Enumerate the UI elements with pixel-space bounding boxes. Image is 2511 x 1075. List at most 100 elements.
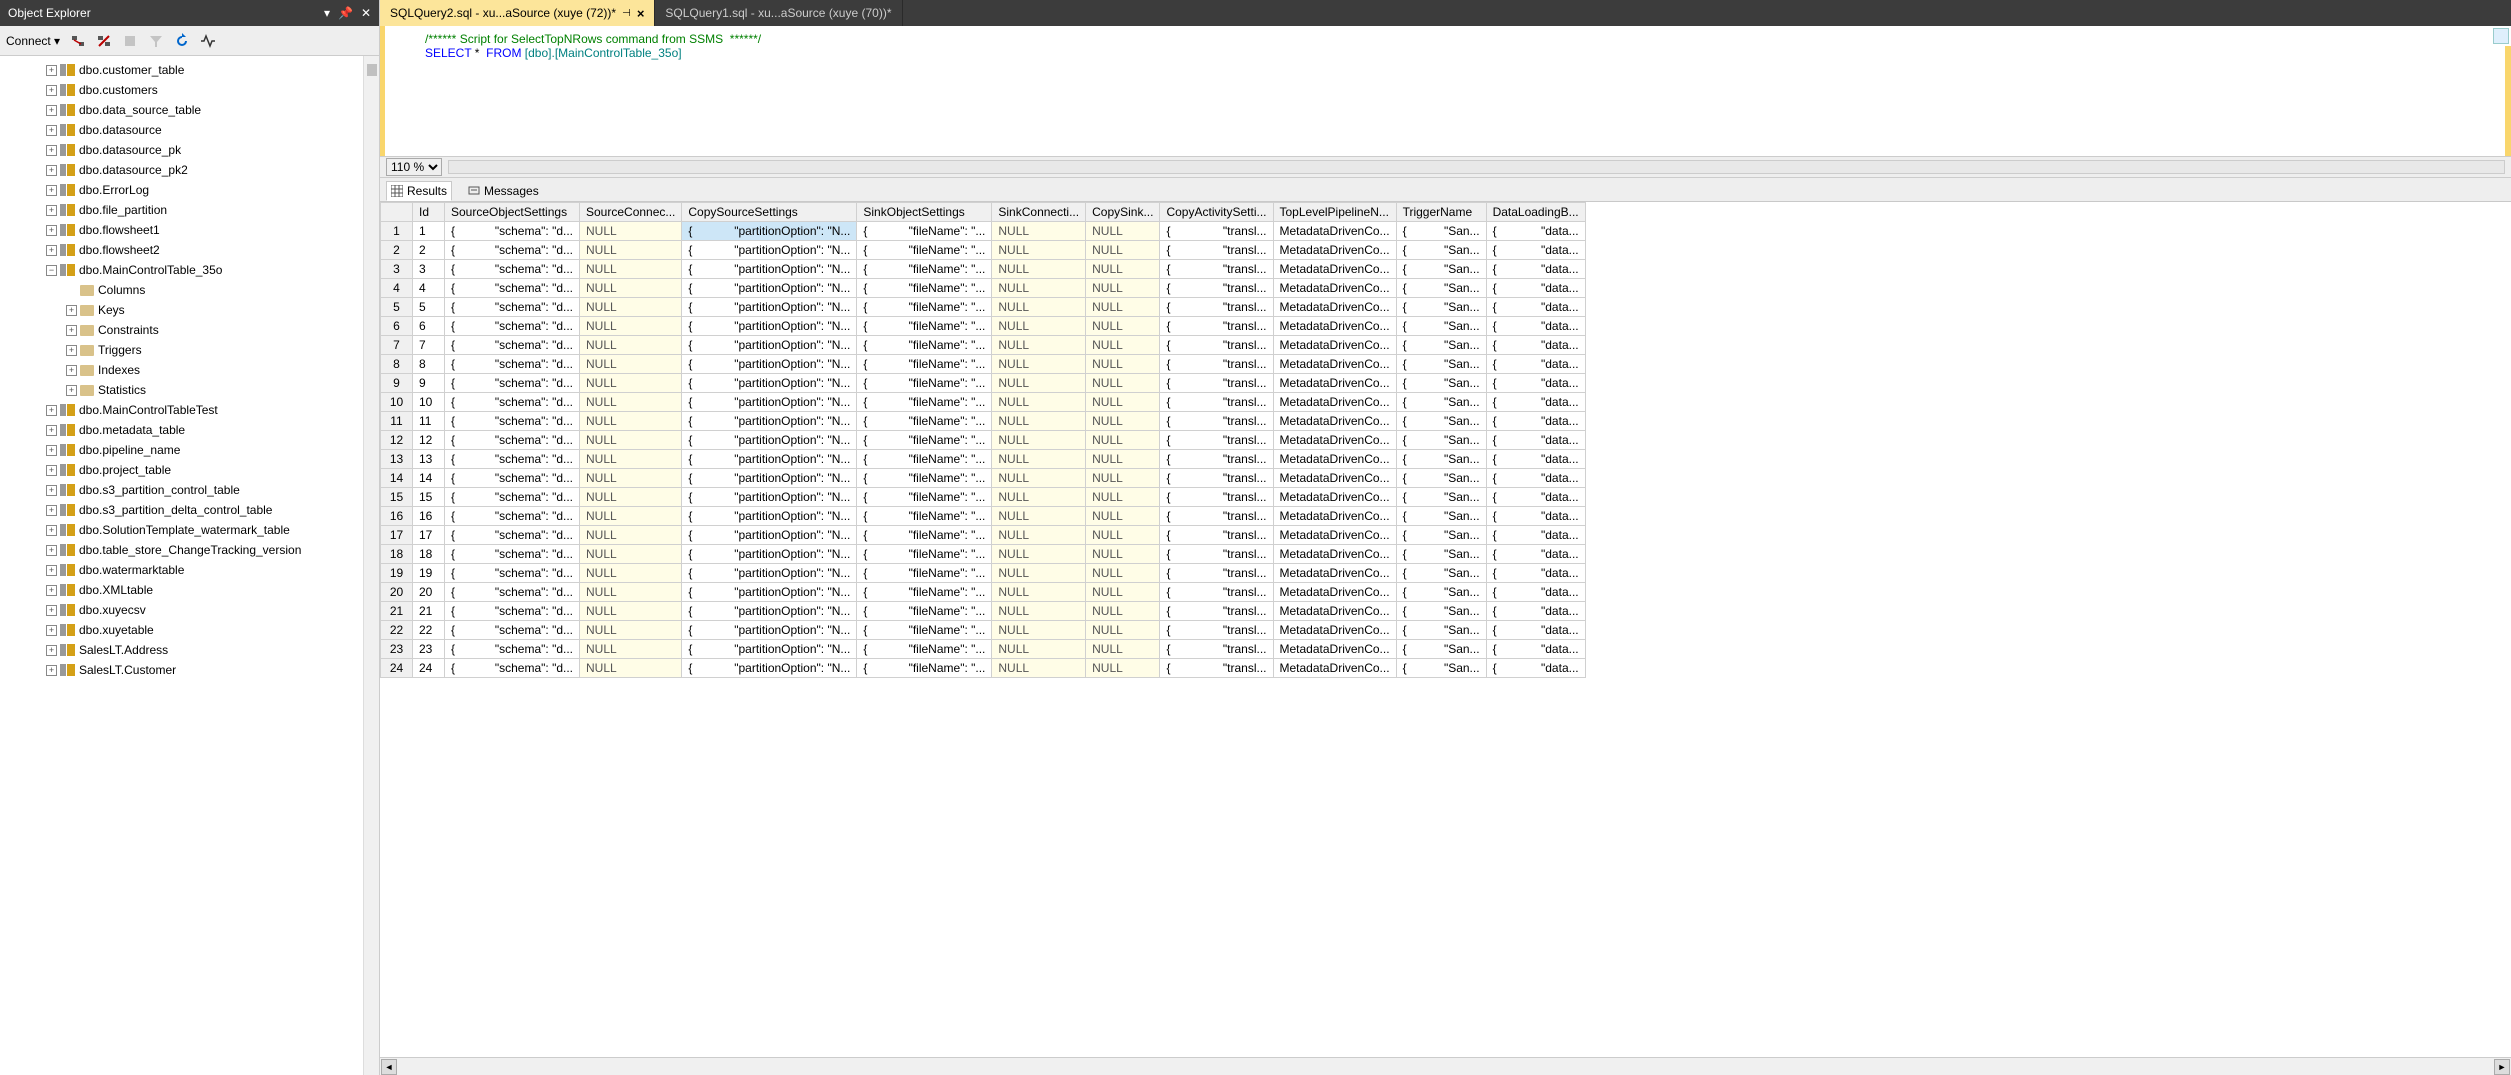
grid-cell[interactable]: {"partitionOption": "N...: [682, 336, 857, 355]
grid-cell[interactable]: {"transl...: [1160, 640, 1273, 659]
grid-cell[interactable]: NULL: [1086, 507, 1160, 526]
grid-cell[interactable]: {"data...: [1486, 659, 1585, 678]
grid-cell[interactable]: {"partitionOption": "N...: [682, 526, 857, 545]
grid-cell[interactable]: {"schema": "d...: [445, 241, 580, 260]
grid-cell[interactable]: MetadataDrivenCo...: [1273, 545, 1396, 564]
grid-cell[interactable]: 18: [413, 545, 445, 564]
grid-cell[interactable]: {"data...: [1486, 602, 1585, 621]
grid-cell[interactable]: NULL: [992, 469, 1086, 488]
grid-cell[interactable]: {"transl...: [1160, 621, 1273, 640]
expander-icon[interactable]: +: [66, 365, 77, 376]
grid-cell[interactable]: 4: [381, 279, 413, 298]
grid-cell[interactable]: {"data...: [1486, 526, 1585, 545]
grid-cell[interactable]: {"partitionOption": "N...: [682, 450, 857, 469]
grid-cell[interactable]: NULL: [992, 260, 1086, 279]
grid-cell[interactable]: NULL: [1086, 640, 1160, 659]
grid-cell[interactable]: 23: [381, 640, 413, 659]
grid-cell[interactable]: {"San...: [1396, 488, 1486, 507]
expander-icon[interactable]: +: [46, 185, 57, 196]
grid-cell[interactable]: 18: [381, 545, 413, 564]
expander-icon[interactable]: +: [46, 445, 57, 456]
grid-cell[interactable]: {"data...: [1486, 355, 1585, 374]
results-grid[interactable]: IdSourceObjectSettingsSourceConnec...Cop…: [380, 202, 1586, 678]
grid-cell[interactable]: {"partitionOption": "N...: [682, 222, 857, 241]
grid-cell[interactable]: {"San...: [1396, 298, 1486, 317]
expander-icon[interactable]: +: [46, 245, 57, 256]
grid-cell[interactable]: NULL: [992, 355, 1086, 374]
grid-cell[interactable]: NULL: [1086, 317, 1160, 336]
tree-scrollbar[interactable]: [363, 56, 379, 1075]
grid-cell[interactable]: {"San...: [1396, 431, 1486, 450]
grid-cell[interactable]: {"fileName": "...: [857, 393, 992, 412]
tree-item[interactable]: +dbo.flowsheet2: [0, 240, 379, 260]
grid-cell[interactable]: {"schema": "d...: [445, 621, 580, 640]
grid-cell[interactable]: NULL: [580, 374, 682, 393]
tree-item[interactable]: +dbo.data_source_table: [0, 100, 379, 120]
grid-cell[interactable]: MetadataDrivenCo...: [1273, 564, 1396, 583]
grid-cell[interactable]: {"fileName": "...: [857, 412, 992, 431]
grid-cell[interactable]: NULL: [580, 450, 682, 469]
grid-cell[interactable]: {"transl...: [1160, 583, 1273, 602]
grid-cell[interactable]: NULL: [1086, 621, 1160, 640]
grid-cell[interactable]: 10: [413, 393, 445, 412]
expander-icon[interactable]: +: [66, 325, 77, 336]
grid-cell[interactable]: {"San...: [1396, 507, 1486, 526]
table-row[interactable]: 1212{"schema": "d...NULL{"partitionOptio…: [381, 431, 1586, 450]
column-header[interactable]: TopLevelPipelineN...: [1273, 203, 1396, 222]
grid-cell[interactable]: NULL: [1086, 545, 1160, 564]
grid-cell[interactable]: 7: [413, 336, 445, 355]
grid-cell[interactable]: {"fileName": "...: [857, 621, 992, 640]
grid-cell[interactable]: NULL: [992, 583, 1086, 602]
expander-icon[interactable]: +: [46, 485, 57, 496]
column-header[interactable]: Id: [413, 203, 445, 222]
grid-cell[interactable]: {"partitionOption": "N...: [682, 469, 857, 488]
tree-item[interactable]: +dbo.pipeline_name: [0, 440, 379, 460]
grid-cell[interactable]: 14: [381, 469, 413, 488]
grid-cell[interactable]: {"data...: [1486, 507, 1585, 526]
grid-cell[interactable]: NULL: [1086, 583, 1160, 602]
scroll-right-icon[interactable]: ►: [2494, 1059, 2510, 1075]
grid-cell[interactable]: {"transl...: [1160, 545, 1273, 564]
grid-cell[interactable]: {"fileName": "...: [857, 640, 992, 659]
grid-cell[interactable]: {"transl...: [1160, 450, 1273, 469]
grid-cell[interactable]: 21: [413, 602, 445, 621]
table-row[interactable]: 33{"schema": "d...NULL{"partitionOption"…: [381, 260, 1586, 279]
grid-cell[interactable]: {"data...: [1486, 393, 1585, 412]
grid-cell[interactable]: {"schema": "d...: [445, 526, 580, 545]
table-row[interactable]: 2222{"schema": "d...NULL{"partitionOptio…: [381, 621, 1586, 640]
tree-item[interactable]: +dbo.table_store_ChangeTracking_version: [0, 540, 379, 560]
table-row[interactable]: 1919{"schema": "d...NULL{"partitionOptio…: [381, 564, 1586, 583]
grid-cell[interactable]: MetadataDrivenCo...: [1273, 621, 1396, 640]
grid-hscroll[interactable]: ◄ ►: [380, 1057, 2511, 1075]
table-row[interactable]: 2424{"schema": "d...NULL{"partitionOptio…: [381, 659, 1586, 678]
grid-cell[interactable]: {"transl...: [1160, 564, 1273, 583]
grid-cell[interactable]: MetadataDrivenCo...: [1273, 450, 1396, 469]
grid-cell[interactable]: {"fileName": "...: [857, 469, 992, 488]
expander-icon[interactable]: +: [46, 505, 57, 516]
grid-cell[interactable]: {"schema": "d...: [445, 431, 580, 450]
grid-cell[interactable]: {"partitionOption": "N...: [682, 393, 857, 412]
tree-item[interactable]: +dbo.file_partition: [0, 200, 379, 220]
grid-cell[interactable]: MetadataDrivenCo...: [1273, 241, 1396, 260]
grid-cell[interactable]: NULL: [580, 659, 682, 678]
grid-cell[interactable]: {"schema": "d...: [445, 545, 580, 564]
grid-cell[interactable]: {"partitionOption": "N...: [682, 317, 857, 336]
grid-cell[interactable]: 6: [413, 317, 445, 336]
grid-cell[interactable]: {"San...: [1396, 355, 1486, 374]
grid-cell[interactable]: {"partitionOption": "N...: [682, 583, 857, 602]
grid-cell[interactable]: 5: [413, 298, 445, 317]
grid-cell[interactable]: {"fileName": "...: [857, 355, 992, 374]
expander-icon[interactable]: +: [46, 525, 57, 536]
editor-marker-icon[interactable]: [2493, 28, 2509, 44]
grid-cell[interactable]: MetadataDrivenCo...: [1273, 298, 1396, 317]
grid-cell[interactable]: NULL: [580, 621, 682, 640]
grid-cell[interactable]: {"fileName": "...: [857, 507, 992, 526]
close-tab-icon[interactable]: ×: [637, 6, 645, 21]
grid-cell[interactable]: 19: [413, 564, 445, 583]
grid-cell[interactable]: 12: [413, 431, 445, 450]
grid-cell[interactable]: 5: [381, 298, 413, 317]
column-header[interactable]: DataLoadingB...: [1486, 203, 1585, 222]
grid-cell[interactable]: NULL: [580, 336, 682, 355]
grid-cell[interactable]: {"partitionOption": "N...: [682, 488, 857, 507]
grid-cell[interactable]: MetadataDrivenCo...: [1273, 374, 1396, 393]
